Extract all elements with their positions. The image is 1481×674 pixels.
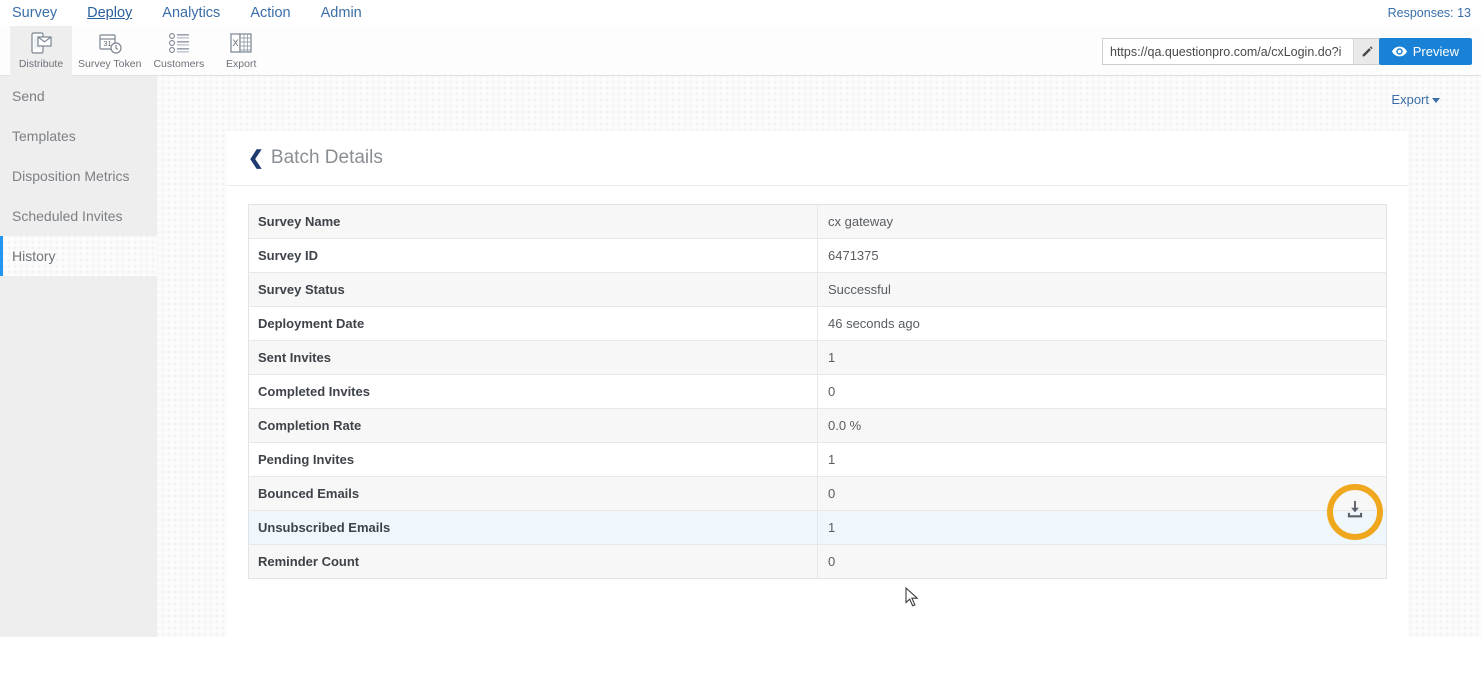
pencil-icon[interactable] xyxy=(1353,39,1381,64)
table-cell-key: Reminder Count xyxy=(248,544,818,579)
download-icon[interactable] xyxy=(1346,500,1365,524)
sidebar: Send Templates Disposition Metrics Schedule… xyxy=(0,76,157,637)
table-cell-key: Bounced Emails xyxy=(248,476,818,511)
table-cell-value: 0 xyxy=(817,374,1387,409)
table-cell-key: Sent Invites xyxy=(248,340,818,375)
svg-text:31: 31 xyxy=(103,39,111,48)
toolbar-button-label: Export xyxy=(226,58,257,70)
table-cell-value: cx gateway xyxy=(817,204,1387,239)
top-nav-item-analytics[interactable]: Analytics xyxy=(162,0,238,26)
top-nav-item-deploy[interactable]: Deploy xyxy=(87,0,150,26)
toolbar-button-label: Survey Token xyxy=(78,58,142,70)
toolbar-button-customers[interactable]: Customers xyxy=(147,26,210,76)
download-highlight xyxy=(1327,484,1383,540)
top-nav-item-admin[interactable]: Admin xyxy=(321,0,380,26)
table-cell-value: 46 seconds ago xyxy=(817,306,1387,341)
survey-url-input[interactable]: https://qa.questionpro.com/a/cxLogin.do?… xyxy=(1103,45,1353,59)
table-row[interactable]: Sent Invites 1 xyxy=(248,340,1387,375)
calendar-clock-icon: 31 xyxy=(98,29,122,57)
table-cell-key: Unsubscribed Emails xyxy=(248,510,818,545)
export-dropdown-label: Export xyxy=(1391,92,1429,107)
responses-count: Responses: 13 xyxy=(1387,6,1471,20)
table-cell-key: Pending Invites xyxy=(248,442,818,477)
table-row[interactable]: Completion Rate 0.0 % xyxy=(248,408,1387,443)
table-cell-key: Survey ID xyxy=(248,238,818,273)
sidebar-item-templates[interactable]: Templates xyxy=(0,116,157,156)
top-nav-menu: Survey Deploy Analytics Action Admin xyxy=(0,0,392,26)
card-header: ❮ Batch Details xyxy=(227,131,1408,186)
table-cell-key: Survey Name xyxy=(248,204,818,239)
table-cell-key: Completion Rate xyxy=(248,408,818,443)
toolbar-button-survey-token[interactable]: 31 Survey Token xyxy=(72,26,147,76)
toolbar-button-distribute[interactable]: Distribute xyxy=(10,26,72,76)
table-cell-value: 6471375 xyxy=(817,238,1387,273)
table-row[interactable]: Unsubscribed Emails 1 xyxy=(248,510,1387,545)
sidebar-item-disposition-metrics[interactable]: Disposition Metrics xyxy=(0,156,157,196)
page-title: Batch Details xyxy=(270,147,383,168)
table-cell-value: 0 xyxy=(817,476,1387,511)
preview-button[interactable]: Preview xyxy=(1378,38,1472,65)
top-navigation-bar: Survey Deploy Analytics Action Admin Respons… xyxy=(0,0,1481,26)
export-dropdown[interactable]: Export xyxy=(1391,92,1440,107)
batch-details-card: ❮ Batch Details Survey Name cx gateway Sur… xyxy=(227,131,1408,674)
table-cell-key: Completed Invites xyxy=(248,374,818,409)
eye-icon xyxy=(1391,46,1407,57)
top-nav-item-action[interactable]: Action xyxy=(250,0,308,26)
table-cell-key: Survey Status xyxy=(248,272,818,307)
caret-down-icon xyxy=(1432,98,1440,103)
table-row[interactable]: Survey Name cx gateway xyxy=(248,204,1387,239)
toolbar-button-label: Distribute xyxy=(18,58,64,70)
excel-sheet-icon: X xyxy=(229,29,253,57)
survey-url-box[interactable]: https://qa.questionpro.com/a/cxLogin.do?… xyxy=(1102,38,1382,65)
download-glyph xyxy=(1347,500,1363,518)
table-cell-value: Successful xyxy=(817,272,1387,307)
preview-button-label: Preview xyxy=(1412,44,1459,59)
table-row[interactable]: Reminder Count 0 xyxy=(248,544,1387,579)
top-nav-item-survey[interactable]: Survey xyxy=(12,0,75,26)
table-cell-value: 1 xyxy=(817,442,1387,477)
toolbar-tool-group: Distribute 31 Survey Token Customers X Export xyxy=(10,26,272,76)
sidebar-item-history[interactable]: History xyxy=(0,236,157,276)
table-row[interactable]: Deployment Date 46 seconds ago xyxy=(248,306,1387,341)
sidebar-item-scheduled-invites[interactable]: Scheduled Invites xyxy=(0,196,157,236)
table-cell-key: Deployment Date xyxy=(248,306,818,341)
people-list-icon xyxy=(167,29,191,57)
table-cell-value: 0 xyxy=(817,544,1387,579)
table-row[interactable]: Completed Invites 0 xyxy=(248,374,1387,409)
batch-details-table: Survey Name cx gateway Survey ID 6471375 Sur… xyxy=(248,204,1387,579)
svg-text:X: X xyxy=(233,38,239,48)
table-row[interactable]: Survey Status Successful xyxy=(248,272,1387,307)
main-content: Export ❮ Batch Details Survey Name cx gat… xyxy=(157,76,1481,674)
pencil-glyph xyxy=(1362,46,1373,57)
toolbar-button-export[interactable]: X Export xyxy=(210,26,272,76)
toolbar: Distribute 31 Survey Token Customers X Export… xyxy=(0,26,1481,76)
table-row[interactable]: Pending Invites 1 xyxy=(248,442,1387,477)
toolbar-button-label: Customers xyxy=(153,58,205,70)
phone-envelope-icon xyxy=(29,29,53,57)
table-cell-value: 0.0 % xyxy=(817,408,1387,443)
table-row[interactable]: Survey ID 6471375 xyxy=(248,238,1387,273)
table-row[interactable]: Bounced Emails 0 xyxy=(248,476,1387,511)
table-cell-value: 1 xyxy=(817,340,1387,375)
chevron-left-icon[interactable]: ❮ xyxy=(248,149,264,168)
table-cell-value: 1 xyxy=(817,510,1387,545)
details-table-wrapper: Survey Name cx gateway Survey ID 6471375 Sur… xyxy=(227,186,1408,579)
sidebar-item-send[interactable]: Send xyxy=(0,76,157,116)
